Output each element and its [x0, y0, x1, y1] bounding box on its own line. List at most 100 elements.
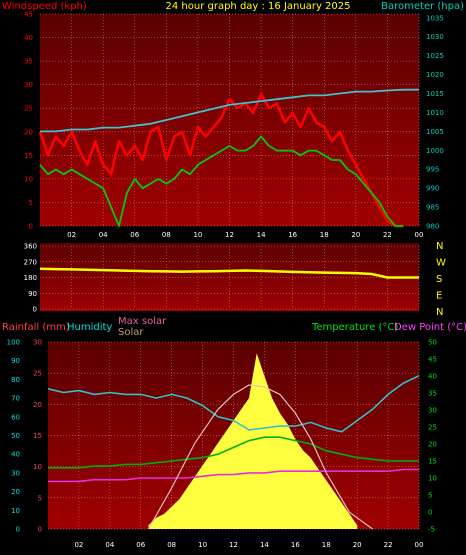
direction-compass-label: N	[436, 307, 443, 318]
wind-x-tick-label: 00	[415, 231, 424, 239]
direction-y-tick-label: 180	[24, 274, 37, 282]
temperature-y-tick-label: 15	[428, 458, 437, 466]
humidity-y-tick-label: 80	[11, 376, 20, 384]
humidity-y-tick-label: 100	[7, 339, 20, 347]
wind-x-tick-labels: 02 04 06 08 10 12 14 16 18 20 22 00	[67, 231, 423, 239]
barometer-y-tick-label: 1025	[426, 52, 444, 60]
rainfall-legend: Rainfall (mm)	[2, 322, 70, 333]
wind-y-tick-label: 20	[24, 128, 33, 136]
barometer-y-tick-label: 1030	[426, 33, 444, 41]
wind-x-tick-label: 04	[99, 231, 108, 239]
wind-y-tick-label: 45	[24, 11, 33, 19]
wind-y-tick-label: 10	[24, 175, 33, 183]
humidity-y-tick-label: 20	[11, 488, 20, 496]
barometer-axis-title: Barometer (hpa)	[381, 1, 464, 12]
temperature-y-tick-label: 25	[428, 424, 437, 432]
wind-x-tick-label: 14	[257, 231, 266, 239]
rainfall-y-tick-label: 25	[33, 370, 42, 378]
direction-compass-label: S	[436, 274, 442, 285]
temperature-x-tick-label: 06	[136, 541, 145, 549]
rainfall-y-tick-label: 5	[38, 494, 42, 502]
rainfall-y-tick-labels: 0 5 10 15 20 25 30	[33, 339, 42, 534]
temperature-y-tick-label: 35	[428, 390, 437, 398]
direction-compass-labels: NWSEN	[436, 241, 446, 318]
direction-y-tick-labels: 0 90 180 270 360	[24, 243, 37, 314]
humidity-y-tick-label: 0	[16, 526, 20, 534]
direction-y-tick-label: 270	[24, 258, 37, 266]
humidity-y-tick-label: 30	[11, 469, 20, 477]
wind-x-tick-label: 20	[351, 231, 360, 239]
barometer-y-tick-label: 995	[426, 166, 439, 174]
temperature-y-tick-labels: -5 0 5 10 15 20 25 30 35 40 45 50	[428, 339, 437, 534]
temperature-legend: Temperature (°C)	[311, 322, 398, 333]
temperature-y-tick-label: 50	[428, 339, 437, 347]
dewpoint-legend: Dew Point (°C)	[394, 322, 466, 333]
wind-x-tick-label: 22	[383, 231, 392, 239]
rainfall-y-tick-label: 10	[33, 463, 42, 471]
barometer-y-tick-label: 985	[426, 204, 439, 212]
rainfall-y-tick-label: 15	[33, 432, 42, 440]
weather-graph: Windspeed (kph) 24 hour graph day : 16 J…	[2, 1, 466, 549]
humidity-y-tick-label: 60	[11, 413, 20, 421]
temperature-y-tick-label: 40	[428, 373, 437, 381]
wind-y-tick-label: 25	[24, 105, 33, 113]
wind-y-tick-labels: 0 5 10 15 20 25 30 35 40 45	[24, 11, 33, 231]
barometer-y-tick-label: 1015	[426, 90, 444, 98]
barometer-y-tick-labels: 980 985 990 995 1000 1005 1010 1015 1020 1025 1030…	[426, 14, 444, 230]
max-solar-legend: Max solar	[118, 316, 167, 327]
humidity-legend: Humidity	[67, 322, 112, 333]
humidity-y-tick-label: 10	[11, 507, 20, 515]
direction-compass-label: W	[436, 258, 446, 269]
barometer-y-tick-label: 990	[426, 185, 439, 193]
temperature-x-tick-label: 00	[415, 541, 424, 549]
barometer-y-tick-label: 1000	[426, 147, 444, 155]
solar-legend: Solar	[118, 327, 144, 338]
temperature-y-tick-label: 5	[428, 492, 432, 500]
wind-x-tick-label: 06	[130, 231, 139, 239]
wind-x-tick-label: 02	[67, 231, 76, 239]
temperature-x-tick-label: 08	[167, 541, 176, 549]
direction-compass-label: E	[436, 291, 442, 302]
temperature-y-tick-label: 30	[428, 407, 437, 415]
temperature-x-tick-label: 22	[384, 541, 393, 549]
wind-y-tick-label: 35	[24, 58, 33, 66]
direction-y-tick-label: 360	[24, 243, 37, 251]
barometer-y-tick-label: 1020	[426, 71, 444, 79]
temperature-y-tick-label: 10	[428, 475, 437, 483]
graph-date-title: 24 hour graph day : 16 January 2025	[166, 1, 351, 12]
humidity-y-tick-label: 90	[11, 357, 20, 365]
direction-y-tick-label: 0	[33, 306, 37, 314]
windspeed-axis-title: Windspeed (kph)	[2, 1, 87, 12]
temperature-y-tick-label: 20	[428, 441, 437, 449]
barometer-y-tick-label: 1005	[426, 128, 444, 136]
direction-y-tick-label: 90	[28, 290, 37, 298]
wind-x-tick-label: 10	[193, 231, 202, 239]
barometer-y-tick-label: 1035	[426, 14, 444, 22]
rainfall-y-tick-label: 0	[38, 526, 42, 534]
rainfall-y-tick-label: 30	[33, 339, 42, 347]
temperature-x-tick-label: 18	[322, 541, 331, 549]
humidity-y-tick-labels: 0 10 20 30 40 50 60 70 80 90 100	[7, 339, 20, 534]
temperature-x-tick-label: 10	[198, 541, 207, 549]
temperature-x-tick-label: 16	[291, 541, 300, 549]
temperature-x-tick-label: 12	[229, 541, 238, 549]
wind-x-tick-label: 18	[320, 231, 329, 239]
barometer-y-tick-label: 1010	[426, 109, 444, 117]
temperature-y-tick-label: 45	[428, 356, 437, 364]
barometer-y-tick-label: 980	[426, 223, 439, 231]
humidity-y-tick-label: 40	[11, 451, 20, 459]
temperature-x-tick-labels: 02 04 06 08 10 12 14 16 18 20 22 00	[74, 541, 423, 549]
direction-compass-label: N	[436, 241, 443, 252]
humidity-y-tick-label: 70	[11, 395, 20, 403]
temperature-y-tick-label: -5	[428, 526, 435, 534]
temperature-x-tick-label: 20	[353, 541, 362, 549]
temperature-x-tick-label: 04	[105, 541, 114, 549]
wind-x-tick-label: 16	[288, 231, 297, 239]
wind-y-tick-label: 30	[24, 81, 33, 89]
wind-x-tick-label: 12	[225, 231, 234, 239]
temperature-y-tick-label: 0	[428, 509, 432, 517]
temperature-x-tick-label: 02	[74, 541, 83, 549]
humidity-y-tick-label: 50	[11, 432, 20, 440]
wind-y-tick-label: 15	[24, 152, 33, 160]
temperature-x-tick-label: 14	[260, 541, 269, 549]
